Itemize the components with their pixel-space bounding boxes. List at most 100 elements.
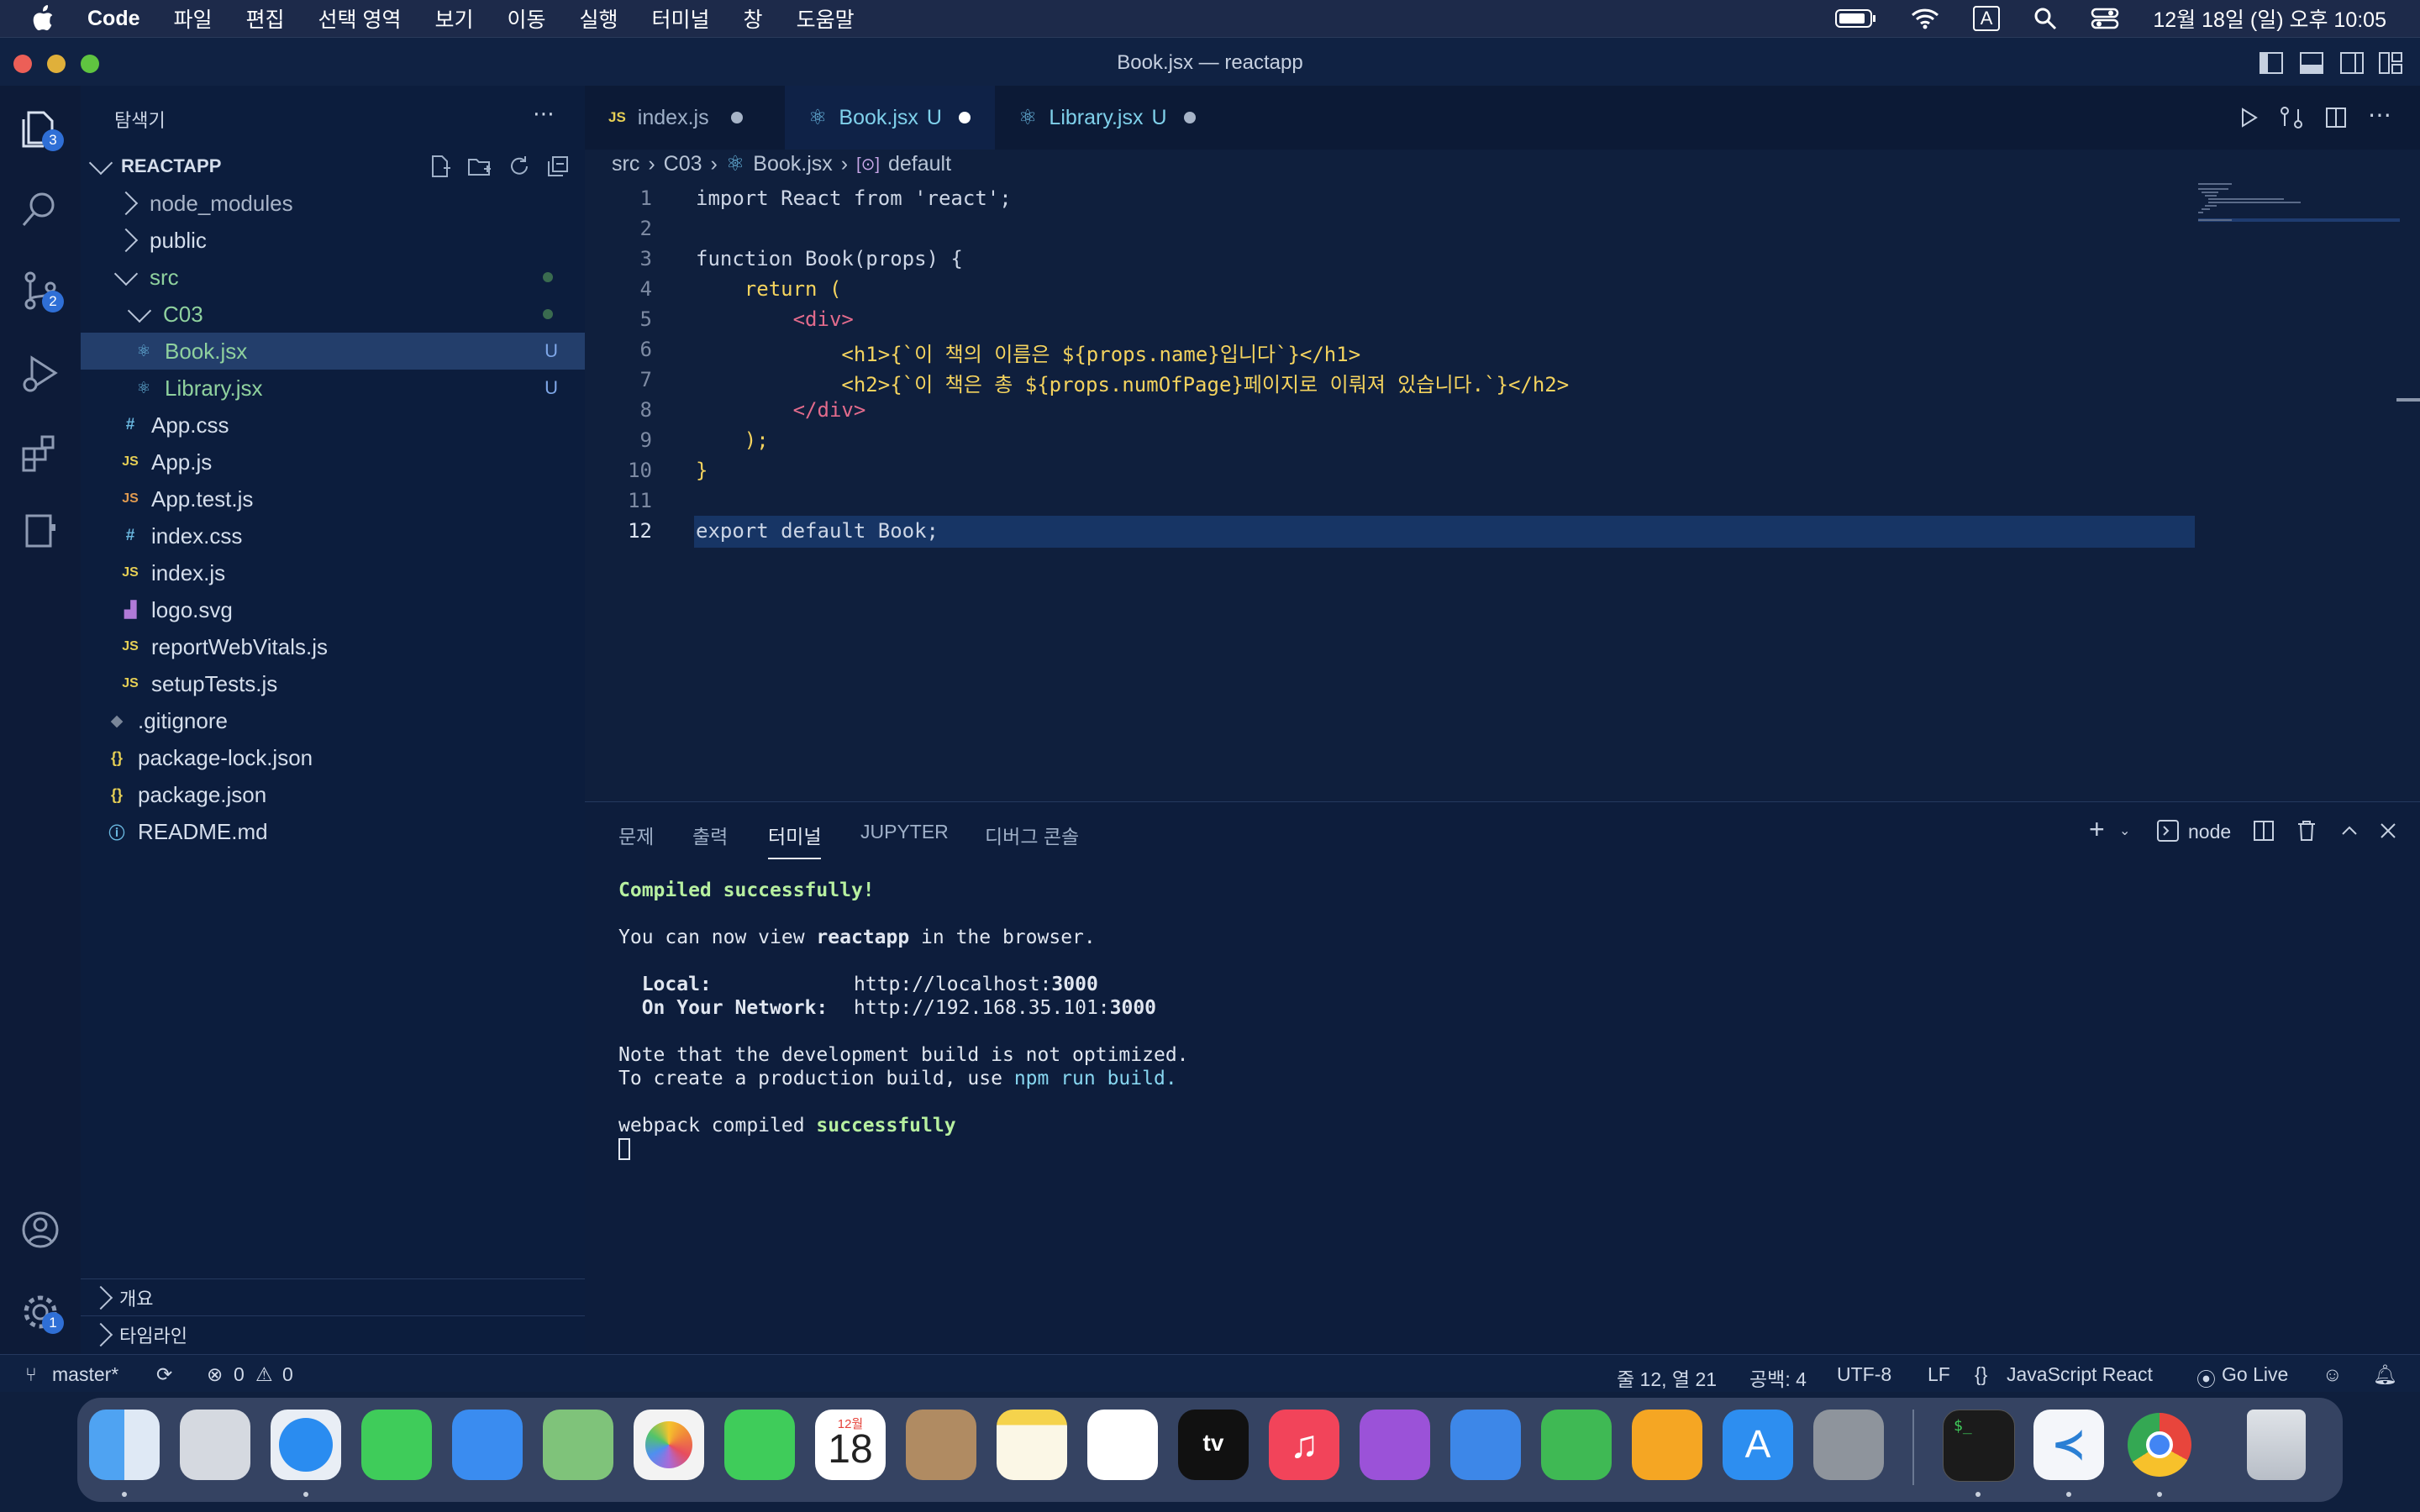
trash-icon[interactable] <box>2247 1410 2306 1480</box>
chrome-icon[interactable] <box>2124 1410 2195 1480</box>
tree-item-package-lock-json[interactable]: {} package-lock.json <box>81 739 585 776</box>
photos-icon[interactable] <box>634 1410 704 1480</box>
chevron-down-icon[interactable]: ⌄ <box>2119 822 2130 839</box>
tab-jupyter[interactable]: JUPYTER <box>860 821 949 843</box>
remote-explorer-icon[interactable] <box>18 509 62 553</box>
breadcrumb-item[interactable]: Book.jsx <box>753 152 832 176</box>
tab-problems[interactable]: 문제 <box>618 821 654 849</box>
account-icon[interactable] <box>18 1208 62 1252</box>
go-live-button[interactable]: Go Live <box>2222 1363 2288 1386</box>
unsaved-dot-icon[interactable] <box>958 112 971 123</box>
outline-section[interactable]: 개요 <box>81 1278 585 1316</box>
run-debug-icon[interactable] <box>18 351 62 395</box>
notes-icon[interactable] <box>997 1410 1067 1480</box>
new-folder-icon[interactable] <box>467 155 492 178</box>
vscode-icon[interactable]: ≺ <box>2033 1410 2104 1480</box>
breadcrumb-item[interactable]: default <box>888 152 951 176</box>
tree-item-app-css[interactable]: # App.css <box>81 407 585 444</box>
facetime-icon[interactable] <box>724 1410 795 1480</box>
menu-view[interactable]: 보기 <box>434 3 473 34</box>
branch-name[interactable]: master* <box>52 1363 118 1386</box>
trash-icon[interactable] <box>2296 819 2317 843</box>
tree-item-app-test-js[interactable]: JS App.test.js <box>81 480 585 517</box>
menu-edit[interactable]: 편집 <box>246 3 285 34</box>
minimap[interactable] <box>2198 181 2400 232</box>
breadcrumb-item[interactable]: C03 <box>664 152 702 176</box>
terminal-url[interactable]: http://192.168.35.101:3000 <box>854 997 1156 1019</box>
feedback-icon[interactable]: ☺ <box>2323 1363 2342 1386</box>
warning-icon[interactable]: ⚠ <box>255 1363 273 1386</box>
encoding[interactable]: UTF-8 <box>1837 1363 1891 1386</box>
numbers-icon[interactable] <box>1541 1410 1612 1480</box>
broadcast-icon[interactable]: ⦿ <box>2196 1363 2216 1392</box>
music-icon[interactable]: ♫ <box>1269 1410 1339 1480</box>
close-panel-icon[interactable] <box>2378 821 2398 841</box>
timeline-section[interactable]: 타임라인 <box>81 1315 585 1353</box>
launchpad-icon[interactable] <box>180 1410 250 1480</box>
battery-icon[interactable] <box>1834 8 1877 29</box>
new-file-icon[interactable] <box>429 155 452 178</box>
toggle-secondary-sidebar-icon[interactable] <box>2339 51 2365 75</box>
toggle-panel-icon[interactable] <box>2299 51 2324 75</box>
split-terminal-icon[interactable] <box>2252 819 2275 843</box>
tab-output[interactable]: 출력 <box>692 821 728 849</box>
safari-icon[interactable] <box>271 1410 341 1480</box>
code-editor[interactable]: 1 2 3 4 5 6 7 8 9 10 11 12 import React … <box>585 181 2198 795</box>
tree-item-c03[interactable]: C03 <box>81 296 585 333</box>
calendar-icon[interactable]: 12월 18 <box>815 1410 886 1480</box>
tree-item-app-js[interactable]: JS App.js <box>81 444 585 480</box>
extensions-icon[interactable] <box>18 432 62 475</box>
terminal-url[interactable]: http://localhost:3000 <box>854 974 1098 995</box>
sync-icon[interactable]: ⟳ <box>156 1363 172 1386</box>
menu-window[interactable]: 창 <box>744 3 763 34</box>
search-icon[interactable] <box>2033 7 2057 30</box>
run-icon[interactable] <box>2237 106 2260 129</box>
messages-icon[interactable] <box>361 1410 432 1480</box>
keynote-icon[interactable] <box>1450 1410 1521 1480</box>
tree-item-index-css[interactable]: # index.css <box>81 517 585 554</box>
tree-item-package-json[interactable]: {} package.json <box>81 776 585 813</box>
indentation[interactable]: 공백: 4 <box>1749 1363 1807 1392</box>
control-center-icon[interactable] <box>2091 8 2119 29</box>
split-editor-icon[interactable] <box>2324 106 2348 129</box>
error-count[interactable]: 0 <box>234 1363 245 1386</box>
new-terminal-icon[interactable]: + <box>2089 814 2105 845</box>
menu-run[interactable]: 실행 <box>580 3 618 34</box>
pages-icon[interactable] <box>1632 1410 1702 1480</box>
branch-icon[interactable]: ⑂ <box>25 1363 37 1386</box>
settings-icon[interactable] <box>1813 1410 1884 1480</box>
tab-debug-console[interactable]: 디버그 콘솔 <box>985 821 1079 849</box>
reminders-icon[interactable] <box>1087 1410 1158 1480</box>
bell-icon[interactable]: 🔔︎ <box>2373 1363 2397 1386</box>
unsaved-dot-icon[interactable] <box>1183 112 1196 123</box>
tree-item-book-jsx[interactable]: ⚛ Book.jsx U <box>81 333 585 370</box>
tree-item-src[interactable]: src <box>81 259 585 296</box>
maps-icon[interactable] <box>543 1410 613 1480</box>
maximize-panel-icon[interactable] <box>2339 821 2360 841</box>
tree-item-library-jsx[interactable]: ⚛ Library.jsx U <box>81 370 585 407</box>
breadcrumb-item[interactable]: src <box>612 152 639 176</box>
menu-file[interactable]: 파일 <box>174 3 213 34</box>
more-actions-icon[interactable]: ⋯ <box>533 101 555 127</box>
tree-item-readme-md[interactable]: ⓘ README.md <box>81 813 585 850</box>
menu-help[interactable]: 도움말 <box>797 3 855 34</box>
wifi-icon[interactable] <box>1911 8 1939 29</box>
finder-icon[interactable] <box>89 1410 160 1480</box>
tab-library-jsx[interactable]: ⚛ Library.jsx U <box>995 86 1215 150</box>
compare-changes-icon[interactable] <box>2279 106 2304 129</box>
tree-item-index-js[interactable]: JS index.js <box>81 554 585 591</box>
menu-go[interactable]: 이동 <box>508 3 546 34</box>
error-icon[interactable]: ⊗ <box>207 1363 223 1386</box>
tree-item-gitignore[interactable]: ◆ .gitignore <box>81 702 585 739</box>
warning-count[interactable]: 0 <box>282 1363 293 1386</box>
refresh-icon[interactable] <box>508 155 531 178</box>
search-icon[interactable] <box>18 186 62 230</box>
apple-logo-icon[interactable] <box>30 5 55 32</box>
tree-item-logo-svg[interactable]: ▟ logo.svg <box>81 591 585 628</box>
line-ending[interactable]: LF <box>1928 1363 1950 1386</box>
tree-item-reportwebvitals-js[interactable]: JS reportWebVitals.js <box>81 628 585 665</box>
tree-item-public[interactable]: public <box>81 222 585 259</box>
menubar-datetime[interactable]: 12월 18일 (일) 오후 10:05 <box>2153 3 2386 34</box>
customize-layout-icon[interactable] <box>2378 51 2403 75</box>
unsaved-dot-icon[interactable] <box>730 112 743 123</box>
